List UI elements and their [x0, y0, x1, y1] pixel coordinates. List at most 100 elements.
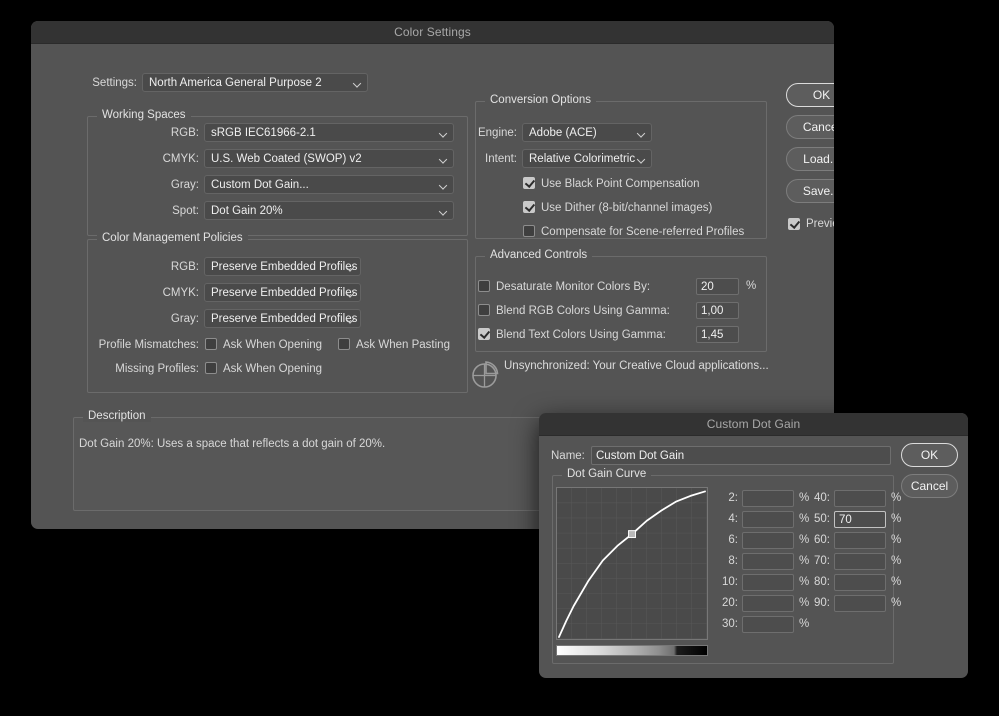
desaturate-monitor-input[interactable]: 20 — [696, 278, 739, 295]
dot-gain-input-8[interactable] — [742, 553, 794, 570]
pol-rgb-select[interactable]: Preserve Embedded Profiles — [204, 257, 361, 276]
dot-gain-label-70: 70: — [804, 555, 830, 567]
pol-cmyk-select[interactable]: Preserve Embedded Profiles — [204, 283, 361, 302]
dot-gain-label-90: 90: — [804, 597, 830, 609]
cancel-button[interactable]: Cancel — [786, 115, 834, 139]
chevron-down-icon — [638, 155, 645, 162]
save-button[interactable]: Save... — [786, 179, 834, 203]
ws-rgb-select[interactable]: sRGB IEC61966-2.1 — [204, 123, 454, 142]
chevron-down-icon — [347, 263, 354, 270]
dot-gain-label-50: 50: — [804, 513, 830, 525]
load-button[interactable]: Load... — [786, 147, 834, 171]
sync-status-icon — [470, 360, 499, 389]
ws-spot-select[interactable]: Dot Gain 20% — [204, 201, 454, 220]
black-point-compensation-checkbox[interactable] — [523, 177, 535, 189]
percent-sign: % — [891, 555, 901, 567]
ws-cmyk-value: U.S. Web Coated (SWOP) v2 — [211, 153, 362, 165]
pol-gray-select[interactable]: Preserve Embedded Profiles — [204, 309, 361, 328]
percent-sign: % — [891, 576, 901, 588]
dot-gain-label-4: 4: — [712, 513, 738, 525]
conversion-options-legend: Conversion Options — [485, 94, 596, 106]
preview-label: Preview — [806, 218, 834, 230]
chevron-down-icon — [440, 129, 447, 136]
dot-gain-label-10: 10: — [712, 576, 738, 588]
mismatch-ask-pasting-label: Ask When Pasting — [356, 339, 450, 351]
dot-gain-input-50[interactable]: 70 — [834, 511, 886, 528]
dot-gain-name-input[interactable]: Custom Dot Gain — [591, 446, 891, 465]
dot-gain-input-60[interactable] — [834, 532, 886, 549]
dot-gain-input-4[interactable] — [742, 511, 794, 528]
custom-dot-gain-title: Custom Dot Gain — [707, 417, 801, 431]
pol-cmyk-label: CMYK: — [101, 287, 199, 299]
engine-select[interactable]: Adobe (ACE) — [522, 123, 652, 142]
blend-text-gamma-checkbox[interactable] — [478, 328, 490, 340]
dot-gain-input-30[interactable] — [742, 616, 794, 633]
missing-ask-opening-checkbox[interactable] — [205, 362, 217, 374]
missing-ask-opening-label: Ask When Opening — [223, 363, 322, 375]
color-settings-titlebar: Color Settings — [31, 21, 834, 44]
desaturate-percent-label: % — [746, 280, 756, 292]
settings-preset-value: North America General Purpose 2 — [149, 77, 322, 89]
dot-gain-input-40[interactable] — [834, 490, 886, 507]
custom-dot-gain-titlebar: Custom Dot Gain — [539, 413, 968, 436]
chevron-down-icon — [440, 207, 447, 214]
ws-rgb-value: sRGB IEC61966-2.1 — [211, 127, 316, 139]
dot-gain-curve-graph[interactable] — [556, 487, 708, 640]
dot-gain-input-6[interactable] — [742, 532, 794, 549]
blend-rgb-gamma-label: Blend RGB Colors Using Gamma: — [496, 305, 670, 317]
conversion-options-group: Conversion Options — [475, 101, 767, 239]
engine-label: Engine: — [467, 127, 517, 139]
sync-status-text: Unsynchronized: Your Creative Cloud appl… — [504, 360, 769, 372]
dot-gain-input-10[interactable] — [742, 574, 794, 591]
pol-gray-value: Preserve Embedded Profiles — [211, 313, 357, 325]
settings-preset-select[interactable]: North America General Purpose 2 — [142, 73, 368, 92]
blend-text-gamma-input[interactable]: 1,45 — [696, 326, 739, 343]
ws-gray-select[interactable]: Custom Dot Gain... — [204, 175, 454, 194]
ws-cmyk-select[interactable]: U.S. Web Coated (SWOP) v2 — [204, 149, 454, 168]
dot-gain-label-30: 30: — [712, 618, 738, 630]
mismatch-ask-opening-checkbox[interactable] — [205, 338, 217, 350]
chevron-down-icon — [347, 289, 354, 296]
intent-select[interactable]: Relative Colorimetric — [522, 149, 652, 168]
color-settings-title: Color Settings — [394, 25, 471, 39]
blend-rgb-gamma-input[interactable]: 1,00 — [696, 302, 739, 319]
chevron-down-icon — [440, 181, 447, 188]
dot-gain-input-90[interactable] — [834, 595, 886, 612]
chevron-down-icon — [347, 315, 354, 322]
mismatch-ask-pasting-checkbox[interactable] — [338, 338, 350, 350]
dot-gain-input-70[interactable] — [834, 553, 886, 570]
dot-gain-gradient-bar — [556, 645, 708, 656]
policies-legend: Color Management Policies — [97, 232, 248, 244]
blend-rgb-gamma-checkbox[interactable] — [478, 304, 490, 316]
dot-gain-label-6: 6: — [712, 534, 738, 546]
pol-gray-label: Gray: — [101, 313, 199, 325]
dot-gain-label-20: 20: — [712, 597, 738, 609]
dot-gain-input-20[interactable] — [742, 595, 794, 612]
dot-gain-name-label: Name: — [551, 450, 585, 462]
chevron-down-icon — [440, 155, 447, 162]
percent-sign: % — [891, 492, 901, 504]
pol-cmyk-value: Preserve Embedded Profiles — [211, 287, 357, 299]
ok-button[interactable]: OK — [786, 83, 834, 107]
profile-mismatches-label: Profile Mismatches: — [64, 339, 199, 351]
missing-profiles-label: Missing Profiles: — [64, 363, 199, 375]
dot-gain-input-80[interactable] — [834, 574, 886, 591]
percent-sign: % — [891, 534, 901, 546]
preview-checkbox[interactable] — [788, 218, 800, 230]
compensate-scene-referred-label: Compensate for Scene-referred Profiles — [541, 226, 744, 238]
desaturate-monitor-checkbox[interactable] — [478, 280, 490, 292]
dot-gain-ok-button[interactable]: OK — [901, 443, 958, 467]
dot-gain-cancel-button[interactable]: Cancel — [901, 474, 958, 498]
intent-value: Relative Colorimetric — [529, 153, 635, 165]
use-dither-checkbox[interactable] — [523, 201, 535, 213]
dot-gain-input-2[interactable] — [742, 490, 794, 507]
dot-gain-label-2: 2: — [712, 492, 738, 504]
dot-gain-label-60: 60: — [804, 534, 830, 546]
percent-sign: % — [799, 618, 809, 630]
intent-label: Intent: — [467, 153, 517, 165]
percent-sign: % — [891, 597, 901, 609]
dot-gain-label-8: 8: — [712, 555, 738, 567]
working-spaces-legend: Working Spaces — [97, 109, 191, 121]
chevron-down-icon — [638, 129, 645, 136]
compensate-scene-referred-checkbox[interactable] — [523, 225, 535, 237]
